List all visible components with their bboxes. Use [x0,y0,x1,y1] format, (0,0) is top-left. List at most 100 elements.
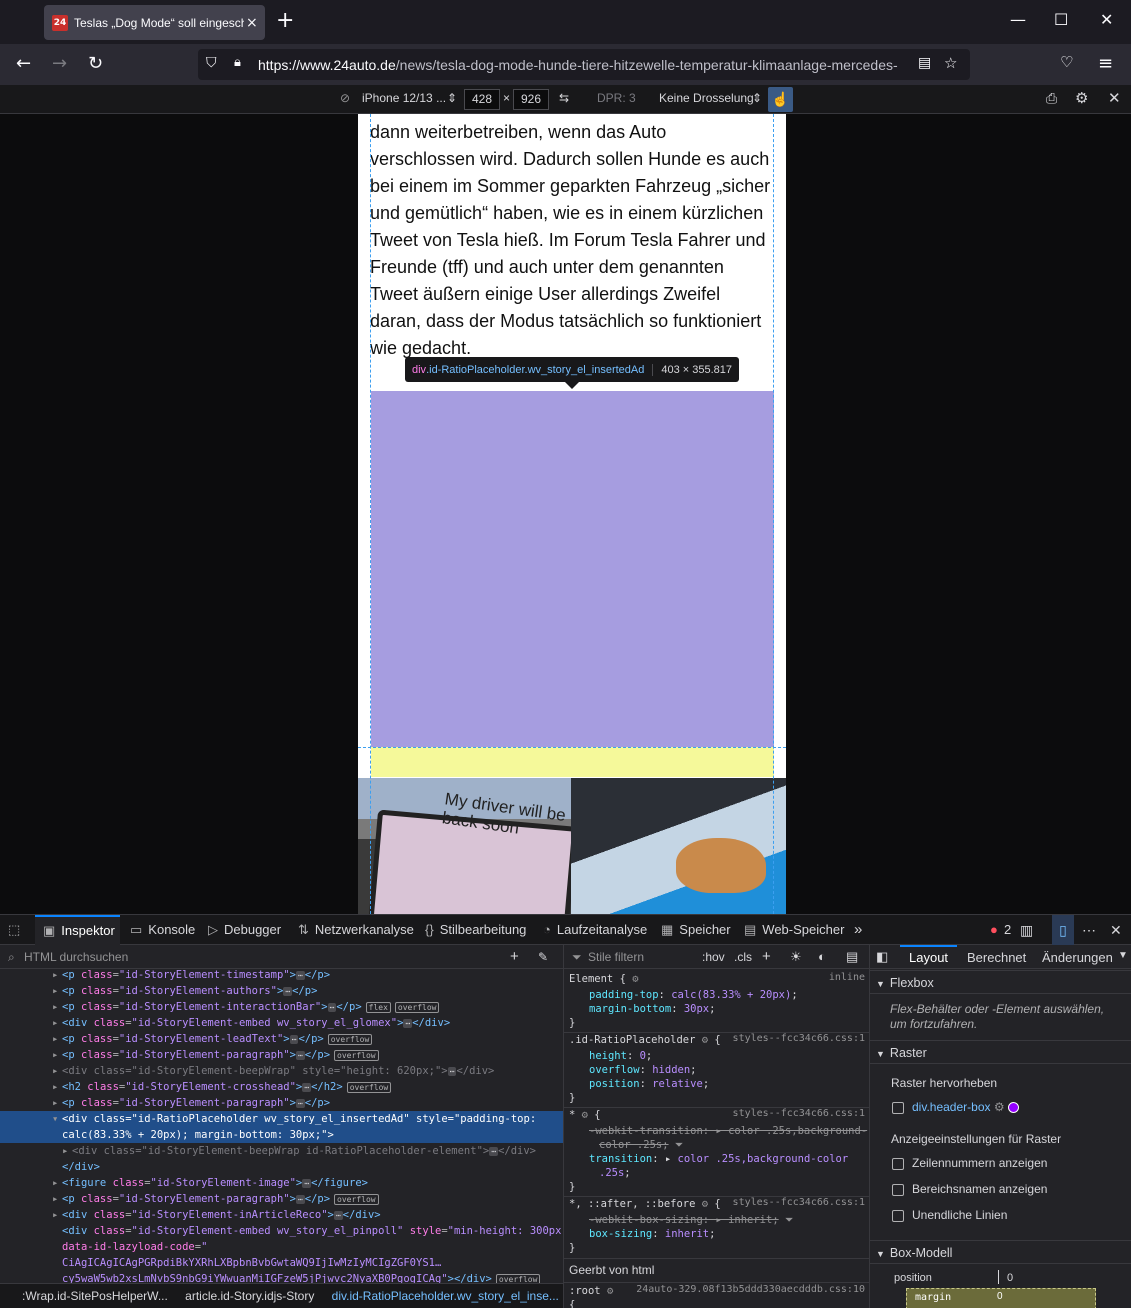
tabs-overflow-icon[interactable]: ▼ [1118,950,1128,961]
markup-row[interactable]: ▸ <div class="id-StoryElement-embed wv_st… [0,1015,563,1031]
back-icon[interactable]: ← [16,53,31,74]
viewport-width-input[interactable]: 428 [464,89,500,110]
raster-item[interactable]: div.header-box ⚙ [892,1100,1019,1114]
add-rule-icon[interactable]: + [762,945,771,969]
rule-declaration[interactable]: margin-bottom: 30px; [589,1002,715,1016]
dark-scheme-icon[interactable]: ◐ [818,945,826,969]
markup-row[interactable]: ▸ <p class="id-StoryElement-authors"> ⋯ </p… [0,983,563,999]
rule-declaration[interactable]: overflow: hidden; [589,1063,697,1077]
rule-declaration[interactable]: .25s; [599,1166,631,1180]
tab-inspektor[interactable]: ▣ Inspektor [35,915,120,945]
maximize-icon[interactable]: ☐ [1054,10,1068,29]
throttle-selector[interactable]: Keine Drosselung [659,91,754,105]
markup-row[interactable]: ▸ <figure class="id-StoryElement-image"> ⋯… [0,1175,563,1191]
touch-simulation-icon[interactable]: ☝ [768,87,793,112]
tab-berechnet[interactable]: Berechnet [967,950,1026,965]
rules-filter-input[interactable]: Stile filtern [588,945,644,969]
settings-gear-icon[interactable]: ⚙ [1075,89,1088,107]
forward-icon[interactable]: → [52,53,67,74]
rule-source[interactable]: 24auto-329.08f13b5ddd330aecdddb.css:10 [636,1284,865,1295]
checkbox[interactable] [892,1183,904,1196]
error-count[interactable]: 2 [1004,915,1011,945]
gear-icon[interactable]: ⚙ [994,1100,1005,1114]
print-simulation-icon[interactable]: ▤ [846,945,858,969]
close-devtools-icon[interactable]: ✕ [1110,915,1122,945]
breadcrumb-item[interactable]: article.id-Story.idjs-Story [185,1289,314,1303]
window-close-icon[interactable]: ✕ [1100,10,1113,29]
markup-row[interactable]: ▸ <div class="id-StoryElement-inArticleRe… [0,1207,563,1223]
markup-row[interactable]: ▸ <h2 class="id-StoryElement-crosshead"> ⋯… [0,1079,563,1095]
raster-option[interactable]: Zeilennummern anzeigen [892,1156,1047,1170]
eyedropper-icon[interactable]: ✎ [538,945,548,969]
toggle-sidebar-icon[interactable]: ◧ [876,949,888,965]
reader-view-icon[interactable]: ▤ [918,55,931,71]
tab-web-speicher[interactable]: ▤ Web-Speicher [744,915,844,945]
error-icon[interactable]: ● [990,915,998,945]
rule-declaration[interactable]: transition: ▸ color .25s,background-colo… [589,1152,848,1166]
breadcrumb-item-current[interactable]: div.id-RatioPlaceholder.wv_story_el_inse… [332,1289,559,1303]
checkbox[interactable] [892,1101,904,1114]
markup-row[interactable]: ▸ <p class="id-StoryElement-paragraph"> ⋯ <… [0,1095,563,1111]
tab-close-icon[interactable]: × [246,15,258,31]
rule-declaration-overridden[interactable]: color .25s; ⏷ [599,1138,683,1152]
raster-option[interactable]: Unendliche Linien [892,1208,1007,1222]
dpr-selector[interactable]: DPR: 3 [597,91,636,105]
touch-simulation-off-icon[interactable]: ⊘ [340,91,350,105]
rule-declaration-overridden[interactable]: -webkit-box-sizing: ▸ inherit; ⏷ [589,1213,793,1227]
more-tabs-icon[interactable]: » [854,915,862,945]
throttle-arrow-icon[interactable]: ⇕ [752,91,762,105]
markup-row[interactable]: ▸ <div class="id-StoryElement-beepWrap id… [0,1143,563,1159]
url-bar[interactable]: ⛉ 🔒︎ https://www.24auto.de/news/tesla-do… [198,49,970,80]
element-picker-icon[interactable]: ⬚ [8,915,26,945]
markup-row[interactable]: ▸ <p class="id-StoryElement-paragraph"> ⋯ <… [0,1191,563,1207]
rule-declaration-overridden[interactable]: -webkit-transition: ▸ color .25s,backgro… [589,1124,867,1138]
pocket-icon[interactable]: ♡ [1060,53,1073,71]
dock-icon[interactable]: ▯ [1052,915,1074,945]
checkbox[interactable] [892,1157,904,1170]
rule-declaration[interactable]: padding-top: calc(83.33% + 20px); [589,988,798,1002]
cls-button[interactable]: .cls [734,945,752,969]
markup-row[interactable]: <div class="id-StoryElement-embed wv_sto… [0,1223,563,1285]
viewport-height-input[interactable]: 926 [513,89,549,110]
rule-declaration[interactable]: box-sizing: inherit; [589,1227,715,1241]
split-console-icon[interactable]: ▥ [1020,915,1033,945]
rule-declaration[interactable]: position: relative; [589,1077,709,1091]
device-selector-arrow-icon[interactable]: ⇕ [447,91,457,105]
box-model-section-header[interactable]: ▼ Box-Modell [870,1240,1131,1264]
screenshot-icon[interactable]: ⎙ [1046,90,1057,107]
markup-row[interactable]: ▸ <p class="id-StoryElement-timestamp"> ⋯ <… [0,967,563,983]
tab-laufzeitanalyse[interactable]: ◔ Laufzeitanalyse [543,915,647,945]
reload-icon[interactable]: ↻ [88,53,103,74]
markup-row[interactable]: ▸ <p class="id-StoryElement-paragraph"> ⋯ <… [0,1047,563,1063]
browser-tab[interactable]: 24 Teslas „Dog Mode“ soll eingeschaltet … [44,5,265,40]
shield-icon[interactable]: ⛉ [206,55,217,71]
tab-konsole[interactable]: ▭ Konsole [130,915,195,945]
color-swatch[interactable] [1007,1102,1019,1114]
rule-source[interactable]: styles--fcc34c66.css:1 [733,1108,865,1119]
box-model-position-value[interactable]: 0 [1007,1272,1013,1284]
tab-aenderungen[interactable]: Änderungen [1042,950,1113,965]
raster-option[interactable]: Bereichsnamen anzeigen [892,1182,1047,1196]
bookmark-star-icon[interactable]: ☆ [944,54,957,72]
tab-speicher[interactable]: ▦ Speicher [661,915,731,945]
margin-value[interactable]: 0 [997,1291,1003,1302]
breadcrumb-item[interactable]: :Wrap.id-SitePosHelperW... [0,1289,168,1303]
markup-row[interactable]: ▸ <p class="id-StoryElement-interactionBa… [0,999,563,1015]
rule-declaration[interactable]: height: 0; [589,1049,652,1063]
raster-section-header[interactable]: ▼ Raster [870,1040,1131,1064]
rule-source[interactable]: styles--fcc34c66.css:1 [733,1033,865,1044]
html-search-input[interactable]: ⌕ HTML durchsuchen + ✎ [0,945,563,969]
rule-source[interactable]: styles--fcc34c66.css:1 [733,1197,865,1208]
hov-button[interactable]: :hov [702,945,725,969]
tab-netzwerkanalyse[interactable]: ⇅ Netzwerkanalyse [298,915,414,945]
tab-stilbearbeitung[interactable]: {} Stilbearbeitung [425,915,526,945]
box-model-margin[interactable]: margin 0 [906,1288,1096,1308]
lock-icon[interactable]: 🔒︎ [234,55,241,70]
story-image[interactable]: My driver will be back soon [358,778,786,914]
rotate-icon[interactable]: ⇆ [559,91,569,105]
light-scheme-icon[interactable]: ☀ [790,945,802,969]
markup-row-selected[interactable]: ▾ <div class="id-RatioPlaceholder wv_stor… [0,1111,563,1143]
more-options-icon[interactable]: ⋯ [1082,915,1096,945]
minimize-icon[interactable]: — [1010,10,1026,29]
flexbox-section-header[interactable]: ▼ Flexbox [870,970,1131,994]
